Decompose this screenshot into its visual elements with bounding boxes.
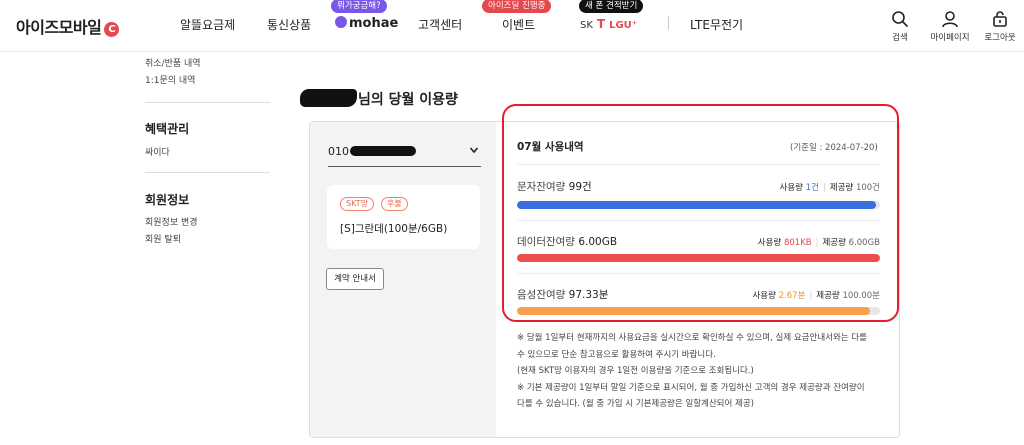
redacted-name	[300, 89, 357, 107]
data-progress-fill	[517, 254, 880, 262]
nav-carriers[interactable]: SK T LGU⁺	[580, 17, 637, 31]
logo-mark-icon: C	[104, 22, 120, 37]
voice-progress-fill	[517, 307, 871, 315]
nav-divider	[668, 16, 669, 30]
voice-remaining-value: 97.33분	[568, 289, 609, 301]
sidebar-heading-benefits: 혜택관리	[145, 122, 190, 136]
data-remaining-label: 데이터잔여량 6.00GB	[517, 234, 617, 249]
sms-used-value: 1건	[805, 183, 819, 193]
logout-button[interactable]: 로그아웃	[978, 10, 1022, 43]
sms-progress-bar	[517, 201, 880, 209]
sidebar-link-edit-member[interactable]: 회원정보 변경	[145, 215, 198, 228]
sms-progress-fill	[517, 201, 877, 209]
sms-remaining-label: 문자잔여량 99건	[517, 179, 592, 194]
voice-progress-bar	[517, 307, 880, 315]
sidebar-link-inquiries[interactable]: 1:1문의 내역	[145, 73, 195, 86]
sidebar-divider	[145, 172, 270, 173]
usage-notes: ※ 당월 1일부터 현재까지의 사용요금을 실시간으로 확인하실 수 있으며, …	[517, 330, 882, 413]
data-label: 데이터잔여량	[517, 236, 575, 248]
user-icon	[942, 11, 958, 28]
logout-icon	[993, 11, 1007, 27]
usage-month-title: 07월 사용내역	[517, 141, 584, 153]
voice-usage-meta: 사용량 2.67분 | 제공량 100.00분	[752, 291, 880, 301]
page-title: 님의 당월 이용량	[300, 89, 458, 109]
note-line: 다를 수 있습니다. (월 중 가입 시 기본제공량은 일할계산되어 제공)	[517, 399, 754, 409]
data-provided-value: 6.00GB	[848, 238, 880, 248]
phone-number-select[interactable]: 010	[328, 145, 416, 158]
search-button[interactable]: 검색	[878, 10, 922, 43]
network-badge: SKT망	[340, 197, 374, 211]
sidebar-link-ssaida[interactable]: 싸이다	[145, 145, 170, 158]
voice-used-label: 사용량	[752, 291, 776, 301]
plan-name: [S]그란데(100분/6GB)	[340, 223, 448, 235]
sms-provided-value: 100건	[855, 183, 880, 193]
mohae-logo-icon	[335, 16, 347, 28]
nav-plans[interactable]: 알뜰요금제	[180, 16, 235, 33]
phone-select-underline	[328, 166, 481, 167]
voice-provided-value: 100.00분	[842, 291, 880, 301]
top-header: 아이즈모바일 C 알뜰요금제 통신상품 뭐가궁금해? mohae 고객센터 아이즈…	[0, 0, 1024, 52]
sidebar-heading-member: 회원정보	[145, 193, 190, 207]
voice-remaining-label: 음성잔여량 97.33분	[517, 287, 608, 302]
sms-usage-meta: 사용량 1건 | 제공량 100건	[779, 183, 881, 193]
logo-text: 아이즈모바일	[16, 18, 102, 37]
voice-used-value: 2.67분	[778, 291, 806, 301]
nav-mohae[interactable]: mohae	[335, 16, 398, 31]
sms-label: 문자잔여량	[517, 181, 566, 193]
usage-divider	[517, 273, 880, 274]
page-title-text: 님의 당월 이용량	[358, 92, 458, 108]
mypage-button[interactable]: 마이페이지	[928, 10, 972, 43]
logout-label: 로그아웃	[984, 33, 1016, 43]
event-badge: 아이즈딜 진행중	[482, 0, 552, 13]
plan-card: SKT망 후불 [S]그란데(100분/6GB)	[327, 185, 480, 249]
sidebar-link-withdraw[interactable]: 회원 탈퇴	[145, 232, 181, 245]
usage-base-date: (기준일 : 2024-07-20)	[790, 143, 878, 153]
contract-guide-button[interactable]: 계약 안내서	[326, 268, 384, 290]
mohae-badge: 뭐가궁금해?	[331, 0, 387, 13]
note-line: 수 있으므로 단순 참고용으로 활용하여 주시기 바랍니다.	[517, 349, 716, 360]
search-label: 검색	[892, 33, 908, 43]
note-line: (현재 SKT망 이용자의 경우 1일전 이용량을 기준으로 조회됩니다.)	[517, 366, 754, 376]
nav-lte-radio[interactable]: LTE무전기	[690, 16, 743, 33]
search-icon	[892, 11, 908, 27]
phone-quote-badge: 새 폰 견적받기	[579, 0, 644, 13]
note-line: ※ 당월 1일부터 현재까지의 사용요금을 실시간으로 확인하실 수 있으며, …	[517, 333, 867, 343]
mypage-label: 마이페이지	[930, 33, 970, 43]
lgu-label: LGU⁺	[609, 20, 638, 31]
postpaid-badge: 후불	[381, 197, 408, 211]
skt-t-icon: T	[596, 17, 606, 31]
site-logo[interactable]: 아이즈모바일 C	[16, 14, 120, 38]
nav-customer-center[interactable]: 고객센터	[418, 16, 462, 33]
sms-provided-label: 제공량	[829, 183, 854, 193]
data-used-label: 사용량	[757, 238, 782, 248]
nav-event[interactable]: 이벤트	[502, 16, 535, 33]
data-used-value: 801KB	[783, 238, 812, 248]
sms-used-label: 사용량	[779, 183, 803, 193]
phone-prefix: 010	[328, 145, 349, 158]
sidebar-link-cancel-returns[interactable]: 취소/반품 내역	[145, 56, 201, 69]
skt-label: SK	[580, 20, 593, 31]
chevron-down-icon[interactable]	[469, 145, 479, 155]
note-line: ※ 기본 제공량이 1일부터 말일 기준으로 표시되어, 월 중 가입하신 고객…	[517, 382, 865, 393]
data-remaining-value: 6.00GB	[578, 236, 618, 248]
nav-products[interactable]: 통신상품	[267, 16, 311, 33]
redacted-phone	[350, 146, 416, 156]
mohae-label: mohae	[349, 16, 399, 31]
data-progress-bar	[517, 254, 880, 262]
data-provided-label: 제공량	[822, 238, 846, 248]
sidebar-divider	[145, 102, 270, 103]
voice-provided-label: 제공량	[816, 291, 840, 301]
sms-remaining-value: 99건	[568, 181, 592, 193]
usage-divider	[517, 164, 880, 165]
usage-divider	[517, 220, 880, 221]
voice-label: 음성잔여량	[517, 289, 566, 301]
data-usage-meta: 사용량 801KB | 제공량 6.00GB	[757, 238, 880, 248]
